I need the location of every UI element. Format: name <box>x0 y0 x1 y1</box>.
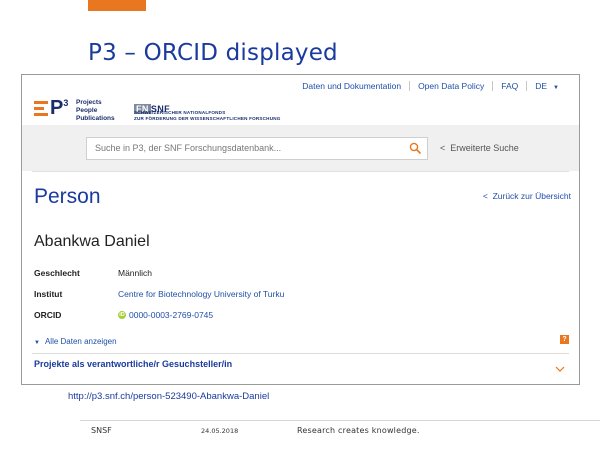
footer-date: 24.05.2018 <box>201 427 239 435</box>
caret-down-icon: ▼ <box>553 85 559 91</box>
nav-open-data-policy[interactable]: Open Data Policy <box>409 81 492 91</box>
orcid-label: ORCID <box>34 310 62 320</box>
language-label: DE <box>535 81 548 91</box>
p3-logo-words: Projects People Publications <box>76 99 115 123</box>
footer-rule <box>80 420 600 421</box>
p3-logo-word-people: People <box>76 107 98 114</box>
chevron-left-icon: < <box>482 191 488 201</box>
nav-data-documentation[interactable]: Daten und Dokumentation <box>294 81 409 91</box>
search-input[interactable] <box>87 138 403 157</box>
help-icon[interactable]: ? <box>560 335 569 344</box>
snf-logo-line2: ZUR FÖRDERUNG DER WISSENSCHAFTLICHEN FOR… <box>134 116 281 121</box>
back-to-overview-link[interactable]: < Zurück zur Übersicht <box>483 191 571 201</box>
p3-logo-word-projects: Projects <box>76 99 102 106</box>
triangle-down-icon: ▼ <box>34 340 40 346</box>
gender-value: Männlich <box>118 268 153 278</box>
snf-logo-subtitle: SCHWEIZERISCHER NATIONALFONDS ZUR FÖRDER… <box>134 110 281 122</box>
advanced-search-label: Erweiterte Suche <box>450 143 519 153</box>
orcid-icon: iD <box>118 310 126 319</box>
orcid-value: 0000-0003-2769-0745 <box>129 310 214 320</box>
chevron-left-icon: < <box>440 143 446 153</box>
nav-faq[interactable]: FAQ <box>492 81 526 91</box>
search-box <box>86 137 428 160</box>
p3-screenshot: Daten und Dokumentation Open Data Policy… <box>21 74 580 385</box>
advanced-search-link[interactable]: < Erweiterte Suche <box>440 143 519 153</box>
gender-label: Geschlecht <box>34 268 80 278</box>
show-all-data-label: Alle Daten anzeigen <box>44 337 117 346</box>
search-icon[interactable] <box>409 142 421 154</box>
footer-slogan: Research creates knowledge. <box>297 426 420 435</box>
profile-url-link[interactable]: http://p3.snf.ch/person-523490-Abankwa-D… <box>68 391 269 402</box>
projects-section-heading[interactable]: Projekte als verantwortliche/r Gesuchste… <box>34 359 232 369</box>
top-navigation: Daten und Dokumentation Open Data Policy… <box>294 81 567 91</box>
back-to-overview-label: Zurück zur Übersicht <box>492 191 571 201</box>
divider <box>32 171 569 172</box>
accent-bar <box>88 0 146 11</box>
institute-label: Institut <box>34 289 63 299</box>
p3-logo-word-publications: Publications <box>76 115 115 122</box>
person-name: Abankwa Daniel <box>34 233 150 250</box>
institute-link[interactable]: Centre for Biotechnology University of T… <box>118 289 284 299</box>
p3-logo-bars-icon <box>34 101 48 119</box>
divider <box>32 353 569 354</box>
p3-logo-superscript: 3 <box>63 98 69 108</box>
p3-logo-mark: P <box>50 97 64 119</box>
slide-title: P3 – ORCID displayed <box>88 40 338 66</box>
language-select[interactable]: DE ▼ <box>526 81 567 91</box>
page-heading: Person <box>34 185 101 208</box>
search-band: < Erweiterte Suche <box>22 125 579 171</box>
show-all-data-toggle[interactable]: ▼ Alle Daten anzeigen <box>34 337 117 346</box>
snf-logo[interactable]: FN SNF SCHWEIZERISCHER NATIONALFONDS ZUR … <box>134 99 294 123</box>
p3-logo[interactable]: P3 Projects People Publications <box>34 97 115 125</box>
orcid-link[interactable]: iD 0000-0003-2769-0745 <box>118 310 213 320</box>
chevron-down-icon[interactable] <box>555 366 565 372</box>
footer-org: SNSF <box>91 426 112 435</box>
